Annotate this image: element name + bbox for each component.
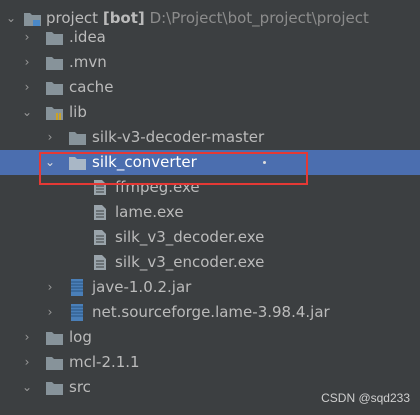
tree-row-mvn[interactable]: › .mvn	[0, 50, 420, 75]
tree-row-idea[interactable]: › .idea	[0, 25, 420, 50]
chevron-right-icon[interactable]: ›	[20, 25, 34, 50]
tree-item-label: mcl-2.1.1	[69, 353, 140, 371]
folder-icon	[46, 356, 63, 370]
tree-row-lame-jar[interactable]: › net.sourceforge.lame-3.98.4.jar	[0, 300, 420, 325]
tree-row-cache[interactable]: › cache	[0, 75, 420, 100]
tree-row-lame[interactable]: lame.exe	[0, 200, 420, 225]
tree-item-label: src	[69, 378, 91, 396]
tree-item-label: silk_v3_decoder.exe	[115, 228, 265, 246]
tree-item-label: log	[69, 328, 92, 346]
folder-icon	[46, 381, 63, 395]
tree-row-jave-jar[interactable]: › jave-1.0.2.jar	[0, 275, 420, 300]
tree-row-mcl[interactable]: › mcl-2.1.1	[0, 350, 420, 375]
chevron-right-icon[interactable]: ›	[20, 50, 34, 75]
chevron-down-icon[interactable]: ⌄	[20, 375, 34, 400]
chevron-right-icon[interactable]: ›	[20, 325, 34, 350]
project-folder-icon	[24, 12, 41, 26]
jar-icon	[71, 304, 83, 321]
jar-icon	[71, 279, 83, 296]
file-icon	[94, 230, 106, 245]
tree-item-label: .idea	[69, 28, 106, 46]
folder-icon	[46, 56, 63, 70]
highlight-annotation	[39, 152, 308, 185]
tree-row-lib[interactable]: ⌄ lib	[0, 100, 420, 125]
watermark: CSDN @sqd233	[321, 391, 410, 405]
chevron-right-icon[interactable]: ›	[20, 350, 34, 375]
tree-row-silk-v3-decoder-master[interactable]: › silk-v3-decoder-master	[0, 125, 420, 150]
file-icon	[94, 205, 106, 220]
tree-item-label: lib	[69, 103, 87, 121]
tree-row-silk-v3-encoder[interactable]: silk_v3_encoder.exe	[0, 250, 420, 275]
tree-row-log[interactable]: › log	[0, 325, 420, 350]
chevron-down-icon[interactable]: ⌄	[20, 100, 34, 125]
chevron-right-icon[interactable]: ›	[43, 275, 57, 300]
tree-row-silk-v3-decoder[interactable]: silk_v3_decoder.exe	[0, 225, 420, 250]
chevron-right-icon[interactable]: ›	[20, 75, 34, 100]
tree-item-label: silk-v3-decoder-master	[92, 128, 265, 146]
folder-icon	[46, 31, 63, 45]
tree-item-label: .mvn	[69, 53, 107, 71]
tree-item-label: net.sourceforge.lame-3.98.4.jar	[92, 303, 330, 321]
tree-item-label: jave-1.0.2.jar	[92, 278, 192, 296]
library-folder-icon	[46, 106, 63, 120]
file-icon	[94, 255, 106, 270]
chevron-right-icon[interactable]: ›	[43, 300, 57, 325]
folder-icon	[46, 81, 63, 95]
tree-item-label: lame.exe	[115, 203, 184, 221]
chevron-right-icon[interactable]: ›	[43, 125, 57, 150]
tree-item-label: cache	[69, 78, 114, 96]
tree-item-label: silk_v3_encoder.exe	[115, 253, 265, 271]
project-tree: ⌄ project [bot] D:\Project\bot_project\p…	[0, 0, 420, 400]
folder-icon	[69, 131, 86, 145]
folder-icon	[46, 331, 63, 345]
